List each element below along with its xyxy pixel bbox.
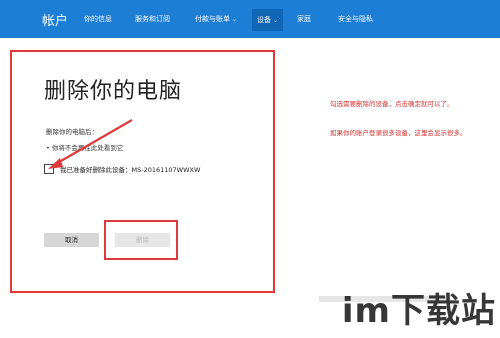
instruction-note-2: 如果你的账户登录很多设备，这里会显示很多。 [330,129,467,137]
site-watermark: im下载站 [341,291,496,331]
instruction-note-1: 勾选需要删除的设备，点击确定就可以了。 [330,100,454,108]
